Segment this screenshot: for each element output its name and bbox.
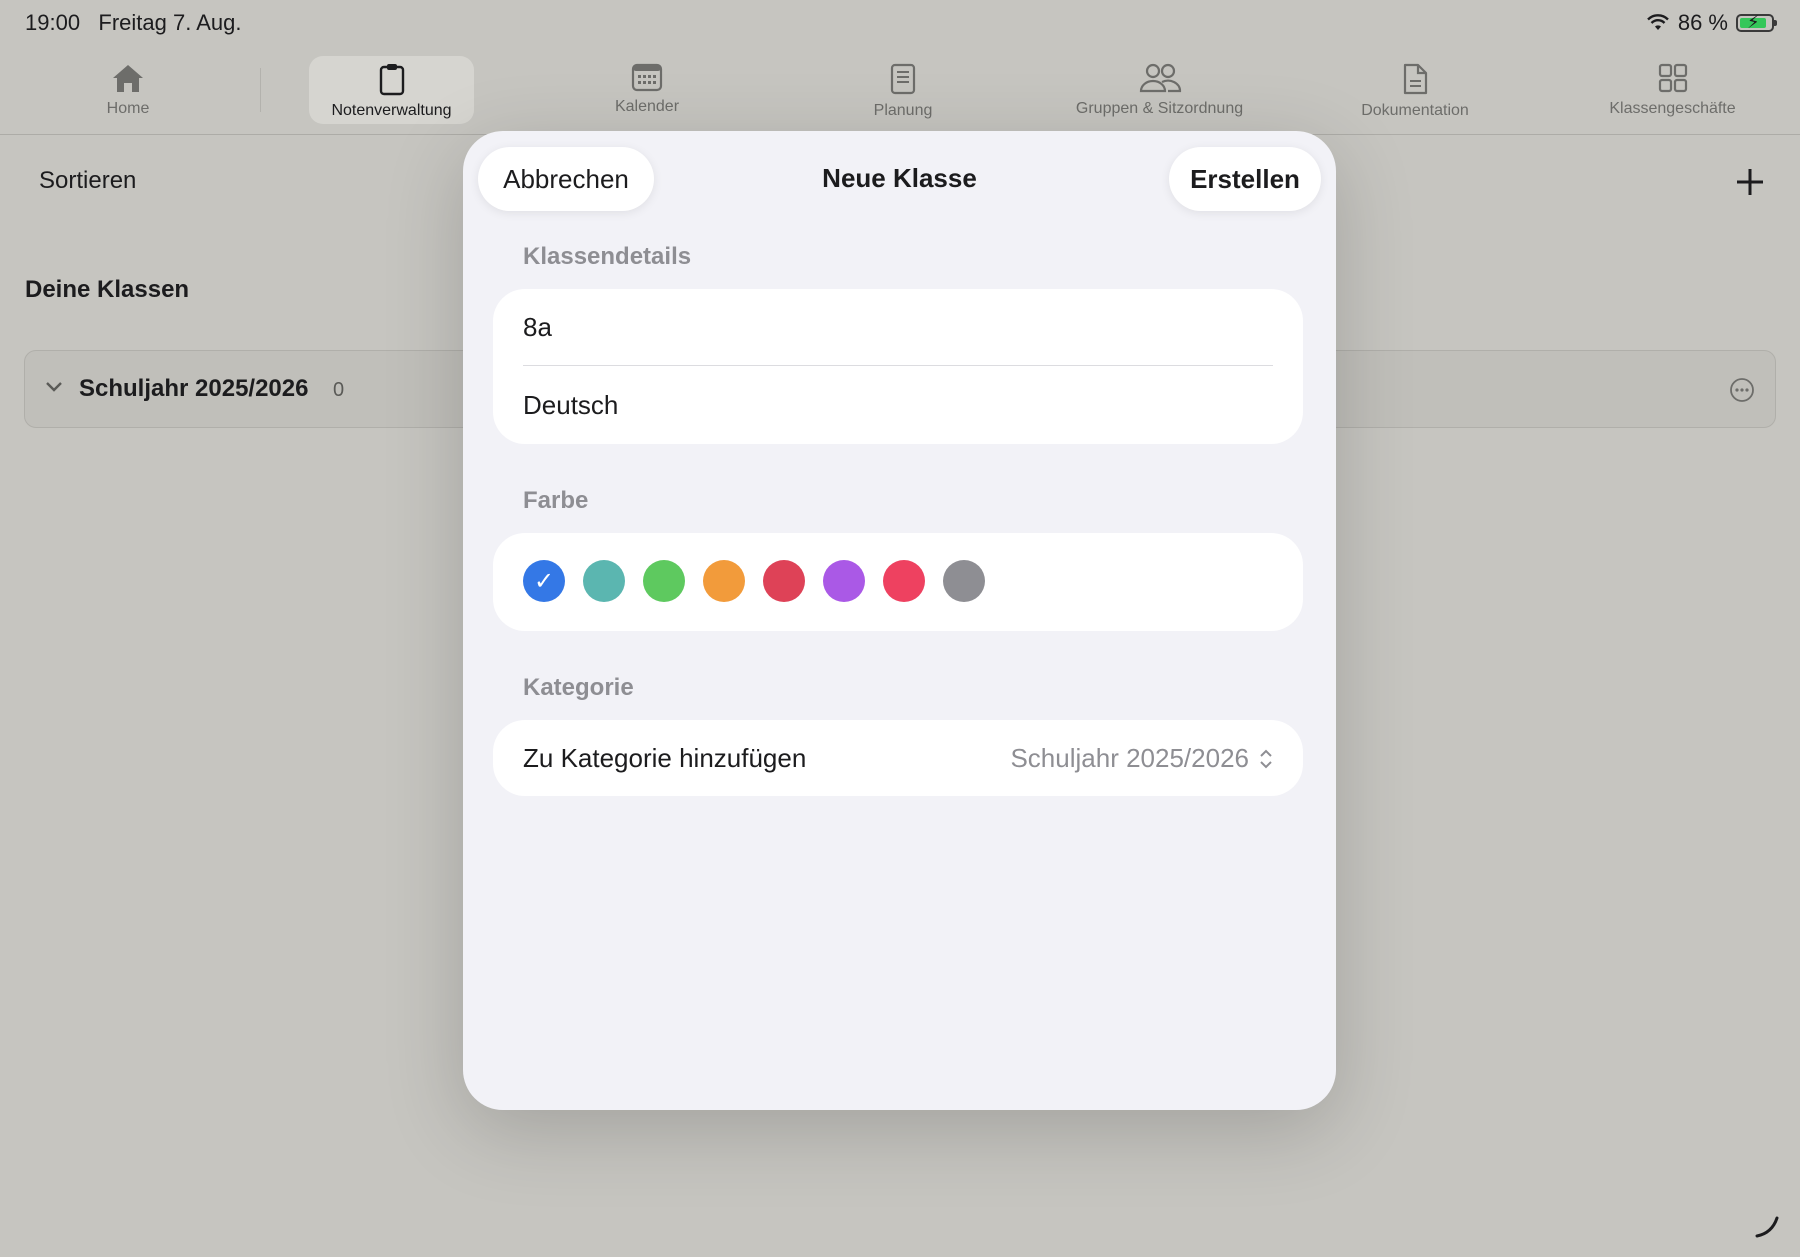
color-swatch[interactable] <box>643 560 685 602</box>
category-title: Schuljahr 2025/2026 <box>79 375 309 402</box>
category-picker-value[interactable]: Schuljahr 2025/2026 <box>1010 743 1273 774</box>
tab-kalender[interactable]: Kalender <box>587 56 707 124</box>
color-swatch[interactable]: ✓ <box>523 560 565 602</box>
status-indicators: 86 % ⚡ <box>1646 10 1777 36</box>
tab-bar: Home Notenverwaltung Kalender Planung Gr… <box>0 52 1800 135</box>
checkmark-icon: ✓ <box>533 567 555 595</box>
category-picker-label: Zu Kategorie hinzufügen <box>523 743 807 773</box>
calendar-icon <box>631 63 663 92</box>
create-button[interactable]: Erstellen <box>1169 147 1321 211</box>
doc-icon <box>1403 63 1428 95</box>
chevron-down-icon[interactable] <box>45 381 63 393</box>
tab-gruppen[interactable]: Gruppen & Sitzordnung <box>1052 56 1267 124</box>
color-swatch[interactable] <box>703 560 745 602</box>
chevron-up-down-icon <box>1260 749 1272 768</box>
tab-klassengeschaefte[interactable]: Klassengeschäfte <box>1590 56 1755 124</box>
class-name-field[interactable]: 8a <box>523 312 1273 343</box>
tab-notenverwaltung[interactable]: Notenverwaltung <box>309 56 474 124</box>
color-swatch[interactable] <box>583 560 625 602</box>
new-class-modal: Abbrechen Neue Klasse Erstellen Klassend… <box>463 131 1336 1110</box>
color-card: ✓ <box>493 533 1303 631</box>
category-section-label: Kategorie <box>523 674 634 701</box>
home-icon <box>113 65 143 92</box>
color-swatches: ✓ <box>523 560 985 602</box>
pencil-mark-icon <box>1755 1216 1779 1238</box>
status-time: 19:00 Freitag 7. Aug. <box>25 10 242 35</box>
tab-dokumentation[interactable]: Dokumentation <box>1345 56 1485 124</box>
wifi-icon <box>1646 14 1669 30</box>
color-swatch[interactable] <box>883 560 925 602</box>
section-title: Deine Klassen <box>25 276 190 303</box>
charging-icon: ⚡ <box>1747 12 1760 32</box>
color-swatch[interactable] <box>823 560 865 602</box>
tab-divider <box>260 68 261 112</box>
add-icon[interactable] <box>1735 167 1765 197</box>
grid-icon <box>1658 63 1687 93</box>
color-section-label: Farbe <box>523 487 589 514</box>
details-card: 8a Deutsch <box>493 289 1303 444</box>
battery-icon: ⚡ <box>1736 12 1777 32</box>
category-picker-row[interactable]: Zu Kategorie hinzufügen Schuljahr 2025/2… <box>493 720 1303 796</box>
tab-home[interactable]: Home <box>78 56 178 124</box>
details-section-label: Klassendetails <box>523 243 692 270</box>
tab-planung[interactable]: Planung <box>843 56 963 124</box>
battery-percent: 86 % <box>1677 10 1728 35</box>
sort-button[interactable]: Sortieren <box>39 167 136 195</box>
more-icon[interactable] <box>1729 377 1755 403</box>
subject-field[interactable]: Deutsch <box>523 390 1273 421</box>
people-icon <box>1139 63 1181 93</box>
field-separator <box>523 365 1273 366</box>
clipboard-icon <box>379 64 404 96</box>
category-count: 0 <box>333 379 345 401</box>
color-swatch[interactable] <box>763 560 805 602</box>
document-stack-icon <box>890 63 916 95</box>
color-swatch[interactable] <box>943 560 985 602</box>
